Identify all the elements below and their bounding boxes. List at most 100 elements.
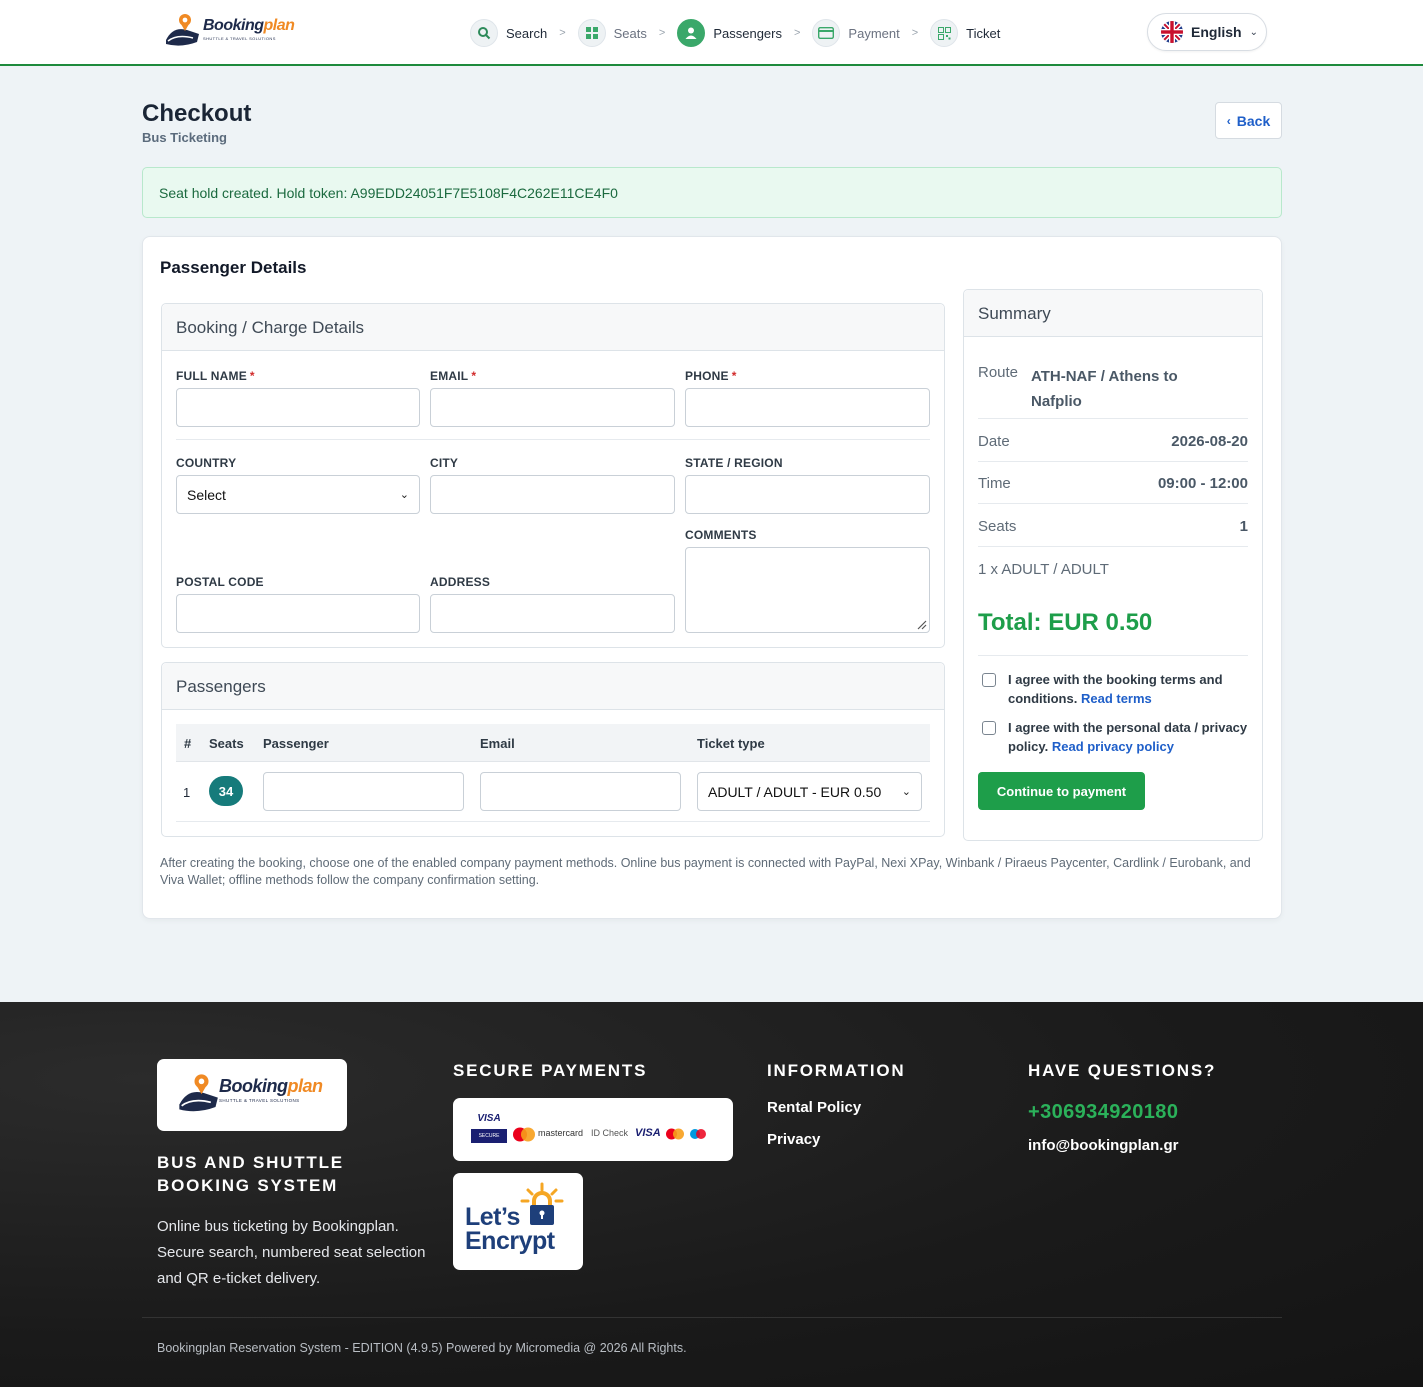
country-label: COUNTRY <box>176 456 237 470</box>
full-name-label-text: FULL NAME <box>176 369 247 383</box>
summary-ticket-line: 1 x ADULT / ADULT <box>978 561 1109 578</box>
passenger-email-input[interactable] <box>480 772 681 811</box>
system-title-line2: BOOKING SYSTEM <box>157 1176 339 1195</box>
seat-badge: 34 <box>209 776 243 806</box>
logo-tagline: SHUTTLE & TRAVEL SOLUTIONS <box>203 36 276 41</box>
phone-label-text: PHONE <box>685 369 729 383</box>
comments-textarea[interactable] <box>685 547 930 633</box>
privacy-checkbox[interactable] <box>982 721 996 735</box>
footer-logo[interactable]: Bookingplan SHUTTLE & TRAVEL SOLUTIONS <box>157 1059 347 1131</box>
footer-system-title: BUS AND SHUTTLE BOOKING SYSTEM <box>157 1151 344 1197</box>
postal-code-input[interactable] <box>176 594 420 633</box>
information-title: INFORMATION <box>767 1061 906 1080</box>
terms-text-2: conditions. <box>1008 691 1078 706</box>
ticket-type-value: ADULT / ADULT - EUR 0.50 <box>708 783 882 800</box>
read-terms-link[interactable]: Read terms <box>1081 691 1152 706</box>
required-mark: * <box>731 369 737 383</box>
step-search[interactable]: Search <box>470 19 547 47</box>
step-payment[interactable]: Payment <box>812 19 900 47</box>
footer-email-link[interactable]: info@bookingplan.gr <box>1028 1137 1178 1154</box>
summary-divider <box>978 461 1248 462</box>
phone-label: PHONE * <box>685 369 737 383</box>
booking-panel-title: Booking / Charge Details <box>162 304 944 351</box>
col-seats: Seats <box>209 736 244 751</box>
address-input[interactable] <box>430 594 675 633</box>
step-label: Search <box>506 25 548 41</box>
mastercard-small-icon <box>666 1128 684 1140</box>
passengers-panel-title: Passengers <box>162 663 944 710</box>
postal-code-label: POSTAL CODE <box>176 575 264 589</box>
chevron-left-icon: ‹ <box>1226 113 1231 128</box>
logo-tagline: SHUTTLE & TRAVEL SOLUTIONS <box>219 1097 300 1103</box>
summary-divider <box>978 546 1248 547</box>
footer-phone-link[interactable]: +306934920180 <box>1028 1101 1178 1124</box>
seats-value: 1 <box>1239 518 1248 535</box>
logo-text-booking: Booking <box>203 17 264 34</box>
step-seats[interactable]: Seats <box>577 19 647 47</box>
summary-divider <box>978 655 1248 656</box>
email-label: EMAIL * <box>430 369 476 383</box>
terms-checkbox[interactable] <box>982 673 996 687</box>
time-label: Time <box>978 475 1011 492</box>
summary-total: Total: EUR 0.50 <box>978 609 1153 636</box>
payment-badges: VISA SECURE mastercard ID Check VISA <box>453 1098 733 1161</box>
col-index: # <box>184 736 192 751</box>
top-navbar: Bookingplan SHUTTLE & TRAVEL SOLUTIONS S… <box>0 0 1423 66</box>
country-select-value: Select <box>187 486 226 503</box>
step-separator: > <box>559 27 566 39</box>
terms-label: I agree with the booking terms and condi… <box>1008 670 1253 708</box>
page-title: Checkout <box>142 100 252 127</box>
search-icon <box>470 19 498 47</box>
header-logo[interactable]: Bookingplan SHUTTLE & TRAVEL SOLUTIONS <box>163 12 295 46</box>
mastercard-icon <box>513 1127 535 1142</box>
questions-title: HAVE QUESTIONS? <box>1028 1061 1217 1080</box>
visa-secure-text: VISA <box>477 1113 501 1124</box>
grid-icon <box>577 19 606 47</box>
email-label-text: EMAIL <box>430 369 469 383</box>
route-value-line2: Nafplio <box>1031 393 1082 410</box>
step-label: Passengers <box>713 25 782 41</box>
step-passengers[interactable]: Passengers <box>677 19 782 47</box>
bus-logo-icon <box>163 12 201 46</box>
country-select[interactable]: Select ⌄ <box>176 475 420 514</box>
system-title-line1: BUS AND SHUTTLE <box>157 1153 344 1172</box>
language-selector[interactable]: English ⌄ <box>1147 13 1267 51</box>
maestro-icon <box>690 1129 706 1139</box>
route-label: Route <box>978 364 1019 381</box>
qr-icon <box>930 19 959 47</box>
col-ticket-type: Ticket type <box>697 736 765 751</box>
state-input[interactable] <box>685 475 930 514</box>
ticket-type-select[interactable]: ADULT / ADULT - EUR 0.50 ⌄ <box>697 772 922 811</box>
resize-handle-icon[interactable] <box>915 618 927 630</box>
city-label: CITY <box>430 456 459 470</box>
logo-text-plan: plan <box>287 1075 324 1096</box>
col-passenger: Passenger <box>263 736 329 751</box>
passenger-name-input[interactable] <box>263 772 464 811</box>
read-privacy-link[interactable]: Read privacy policy <box>1052 739 1174 754</box>
summary-divider <box>978 418 1248 419</box>
city-input[interactable] <box>430 475 675 514</box>
full-name-input[interactable] <box>176 388 420 427</box>
visa-secure-sub: SECURE <box>471 1129 507 1143</box>
payment-methods-note: After creating the booking, choose one o… <box>160 856 1251 887</box>
summary-route: Route ATH-NAF / Athens to Nafplio <box>978 364 1248 410</box>
address-label: ADDRESS <box>430 575 491 589</box>
required-mark: * <box>471 369 477 383</box>
visa-secure-icon: VISA SECURE <box>471 1112 507 1145</box>
checkout-steps: Search > Seats > Passengers > Payment > <box>470 18 1000 48</box>
step-ticket[interactable]: Ticket <box>930 19 1000 47</box>
email-input[interactable] <box>430 388 675 427</box>
continue-to-payment-button[interactable]: Continue to payment <box>978 772 1145 810</box>
step-separator: > <box>911 27 919 39</box>
passenger-details-title: Passenger Details <box>160 258 307 277</box>
back-button[interactable]: ‹ Back <box>1215 102 1282 139</box>
secure-payments-title: SECURE PAYMENTS <box>453 1061 648 1080</box>
chevron-down-icon: ⌄ <box>399 489 409 501</box>
table-row-divider <box>176 821 930 822</box>
step-separator: > <box>793 27 801 39</box>
privacy-link[interactable]: Privacy <box>767 1131 820 1148</box>
uk-flag-icon <box>1161 21 1183 43</box>
rental-policy-link[interactable]: Rental Policy <box>767 1099 861 1116</box>
chevron-down-icon: ⌄ <box>1249 26 1258 38</box>
phone-input[interactable] <box>685 388 930 427</box>
